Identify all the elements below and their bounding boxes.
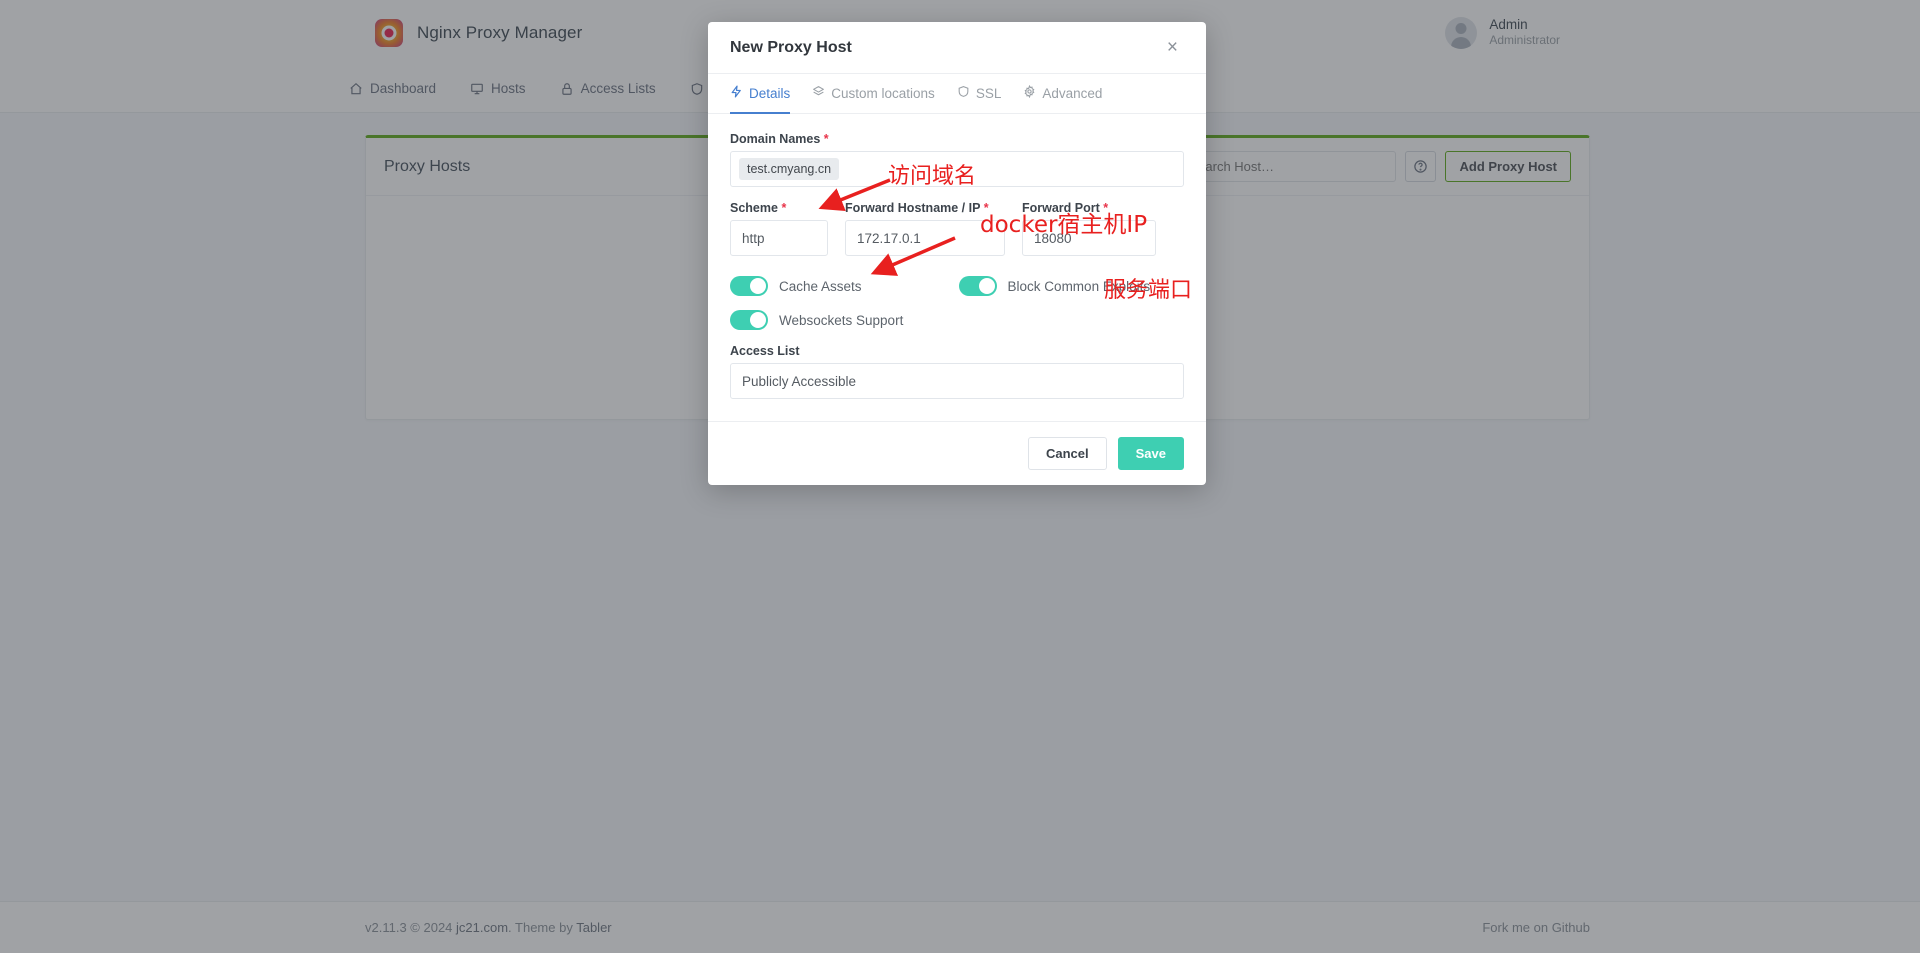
modal-header: New Proxy Host ×: [708, 22, 1206, 74]
forward-port-group: Forward Port *: [1022, 201, 1156, 256]
access-list-select[interactable]: [730, 363, 1184, 399]
toggle-label: Websockets Support: [779, 312, 904, 328]
websockets-support-toggle[interactable]: Websockets Support: [730, 310, 903, 330]
options-toggles: Cache Assets Block Common Exploits Webso…: [730, 276, 1184, 330]
modal-body: Domain Names * test.cmyang.cn Scheme * F…: [708, 114, 1206, 421]
required-marker: *: [823, 132, 829, 146]
domain-names-label: Domain Names *: [730, 132, 1184, 146]
forward-row: Scheme * Forward Hostname / IP * Forward…: [730, 201, 1184, 256]
toggle-row-1: Cache Assets Block Common Exploits: [730, 276, 1184, 296]
domain-names-input[interactable]: test.cmyang.cn: [730, 151, 1184, 187]
toggle-switch-icon[interactable]: [958, 276, 997, 296]
layers-icon: [812, 85, 825, 101]
forward-port-label: Forward Port *: [1022, 201, 1156, 215]
required-marker: *: [1103, 201, 1109, 215]
shield-icon: [957, 85, 970, 101]
gear-icon: [1023, 84, 1036, 101]
tab-label: Advanced: [1042, 85, 1103, 101]
forward-host-group: Forward Hostname / IP *: [845, 201, 1005, 256]
new-proxy-host-modal: New Proxy Host × Details Custom location…: [708, 22, 1206, 485]
cancel-button[interactable]: Cancel: [1027, 437, 1107, 470]
scheme-input[interactable]: [730, 220, 828, 256]
forward-host-input[interactable]: [845, 220, 1005, 256]
tab-custom-locations[interactable]: Custom locations: [812, 75, 935, 114]
close-icon[interactable]: ×: [1161, 37, 1184, 58]
domain-names-label-text: Domain Names: [730, 132, 821, 146]
toggle-label: Cache Assets: [779, 278, 862, 294]
modal-footer: Cancel Save: [708, 421, 1206, 485]
scheme-group: Scheme *: [730, 201, 828, 256]
toggle-row-2: Websockets Support: [730, 310, 1184, 330]
scheme-label: Scheme *: [730, 201, 828, 215]
toggle-switch-icon[interactable]: [730, 310, 768, 330]
tab-details[interactable]: Details: [730, 75, 791, 114]
required-marker: *: [781, 201, 787, 215]
forward-host-label-text: Forward Hostname / IP: [845, 201, 981, 215]
access-list-group: Access List: [730, 344, 1184, 399]
domain-tag[interactable]: test.cmyang.cn: [739, 158, 840, 180]
tab-label: SSL: [975, 85, 1002, 101]
forward-port-input[interactable]: [1022, 220, 1156, 256]
tab-advanced[interactable]: Advanced: [1023, 75, 1102, 114]
required-marker: *: [983, 201, 989, 215]
toggle-switch-icon[interactable]: [730, 276, 768, 296]
block-common-exploits-toggle[interactable]: Block Common Exploits: [958, 276, 1151, 296]
tab-ssl[interactable]: SSL: [957, 75, 1002, 114]
save-button[interactable]: Save: [1117, 437, 1184, 470]
access-list-label: Access List: [730, 344, 800, 358]
tab-label: Details: [749, 85, 791, 101]
bolt-icon: [730, 85, 743, 101]
forward-host-label: Forward Hostname / IP *: [845, 201, 1005, 215]
scheme-label-text: Scheme: [730, 201, 778, 215]
cache-assets-toggle[interactable]: Cache Assets: [730, 276, 862, 296]
modal-tabs: Details Custom locations SSL Advanced: [708, 74, 1206, 114]
forward-port-label-text: Forward Port: [1022, 201, 1100, 215]
modal-title: New Proxy Host: [730, 38, 852, 56]
tab-label: Custom locations: [831, 85, 935, 101]
toggle-label: Block Common Exploits: [1007, 278, 1151, 294]
